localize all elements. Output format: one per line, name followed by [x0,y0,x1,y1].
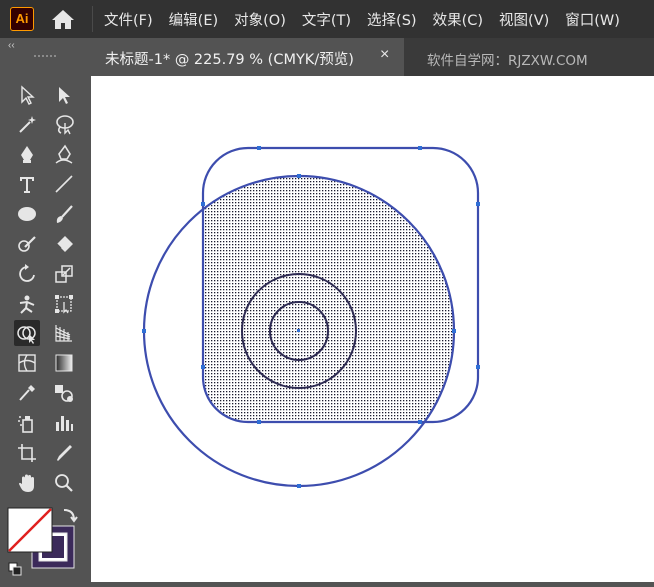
gradient-tool-icon[interactable] [51,350,77,376]
mesh-tool-icon[interactable] [14,350,40,376]
shaper-tool-icon[interactable] [14,231,40,257]
shape-builder-tool-icon[interactable] [14,320,40,346]
eyedropper-tool-icon[interactable] [14,380,40,406]
app-logo: Ai [10,7,34,31]
paintbrush-tool-icon[interactable] [51,201,77,227]
menu-bar: Ai 文件(F) 编辑(E) 对象(O) 文字(T) 选择(S) 效果(C) 视… [0,0,654,38]
pen-tool-icon[interactable] [14,141,40,167]
selection-tool-icon[interactable] [14,82,40,108]
lasso-tool-icon[interactable] [51,111,77,137]
ellipse-tool-icon[interactable] [14,201,40,227]
rotate-tool-icon[interactable] [14,261,40,287]
menu-effect[interactable]: 效果(C) [433,9,483,30]
blend-tool-icon[interactable] [51,380,77,406]
document-tab-inactive[interactable]: 软件自学网：RJZXW.COM [427,49,588,69]
close-icon[interactable]: × [380,46,389,64]
menu-edit[interactable]: 编辑(E) [169,9,218,30]
document-tab-bar: 未标题-1* @ 225.79 % (CMYK/预览) × 软件自学网：RJZX… [91,38,654,76]
artboard-canvas[interactable] [91,76,654,582]
fill-stroke-controls [6,506,90,578]
zoom-tool-icon[interactable] [51,470,77,496]
menu-type[interactable]: 文字(T) [302,9,351,30]
line-segment-tool-icon[interactable] [51,171,77,197]
puppet-warp-tool-icon[interactable] [14,291,40,317]
menu-file[interactable]: 文件(F) [104,9,153,30]
menu-view[interactable]: 视图(V) [499,9,549,30]
document-tab-active[interactable]: 未标题-1* @ 225.79 % (CMYK/预览) × [91,38,404,76]
scale-tool-icon[interactable] [51,261,77,287]
direct-selection-tool-icon[interactable] [51,82,77,108]
collapse-panel-button[interactable]: ‹‹ [8,40,15,51]
eraser-tool-icon[interactable] [51,231,77,257]
home-icon[interactable] [50,8,76,30]
magic-wand-tool-icon[interactable] [14,111,40,137]
menu-object[interactable]: 对象(O) [234,9,286,30]
slice-tool-icon[interactable] [51,440,77,466]
artboard-tool-icon[interactable] [14,440,40,466]
menu-window[interactable]: 窗口(W) [565,9,620,30]
perspective-grid-tool-icon[interactable] [51,320,77,346]
column-graph-tool-icon[interactable] [51,410,77,436]
menu-select[interactable]: 选择(S) [367,9,417,30]
document-tab-title[interactable]: 未标题-1* @ 225.79 % (CMYK/预览) [105,48,354,69]
swap-fill-stroke-icon [63,509,78,523]
menu-divider [92,6,93,32]
curvature-tool-icon[interactable] [51,141,77,167]
free-transform-tool-icon[interactable] [51,291,77,317]
panel-grip[interactable] [34,55,56,60]
hand-tool-icon[interactable] [14,470,40,496]
symbol-sprayer-tool-icon[interactable] [14,410,40,436]
type-tool-icon[interactable] [14,171,40,197]
menu-items: 文件(F) 编辑(E) 对象(O) 文字(T) 选择(S) 效果(C) 视图(V… [104,0,636,38]
